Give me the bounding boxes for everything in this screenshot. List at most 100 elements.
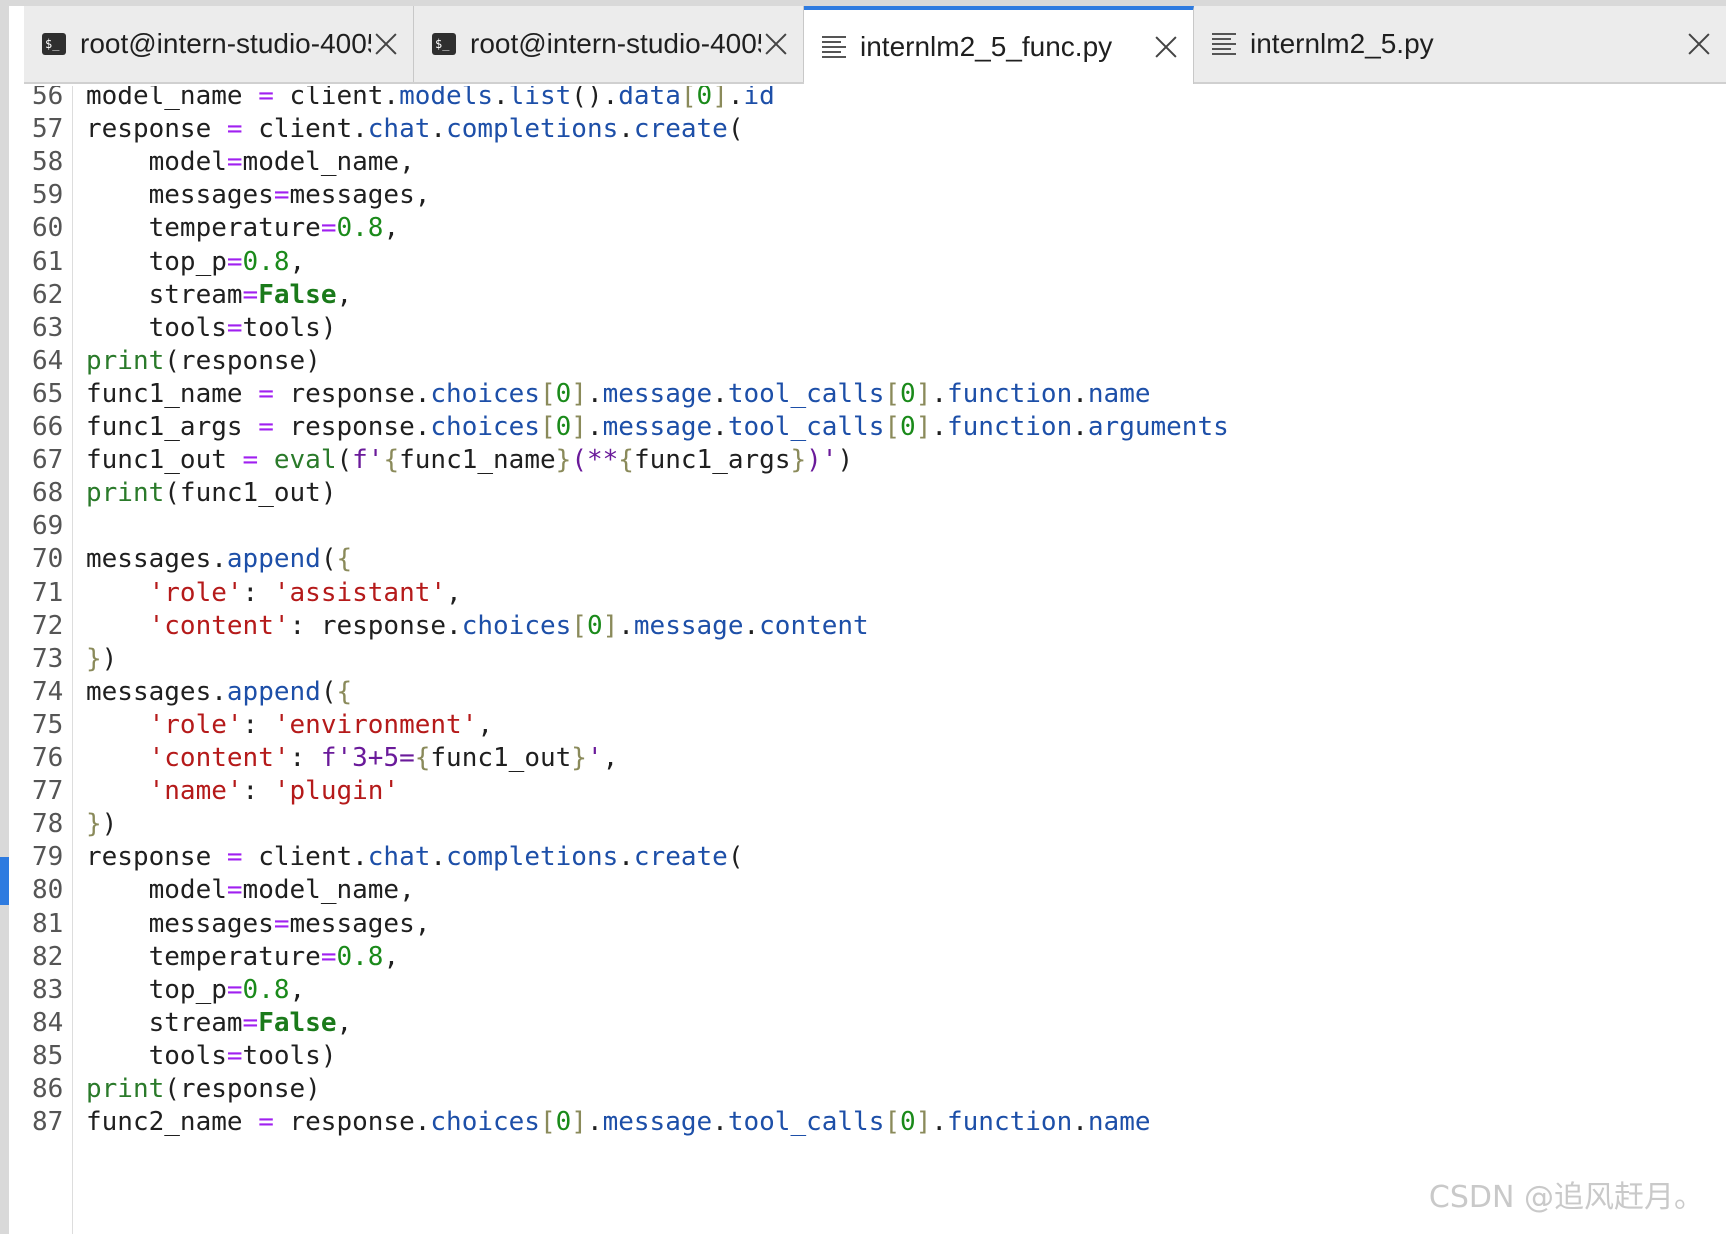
code-line[interactable]: 78}) (24, 808, 1726, 841)
line-number: 78 (32, 809, 64, 840)
code-line[interactable]: 86 print(response) (24, 1073, 1726, 1106)
code-token: tool_calls (727, 1107, 885, 1138)
code-token: = (258, 1107, 274, 1138)
code-text: 'name': 'plugin' (86, 775, 399, 808)
code-line[interactable]: 56 model_name = client.models.list().data… (24, 86, 1726, 113)
close-icon[interactable] (1151, 32, 1181, 62)
code-text: response = client.chat.completions.creat… (86, 841, 743, 874)
code-token: ( (727, 114, 744, 145)
code-text: stream=False, (86, 279, 353, 312)
tab-internlm2-5-func-py[interactable]: internlm2_5_func.py (804, 6, 1194, 84)
code-line[interactable]: 57 response = client.chat.completions.cre… (24, 113, 1726, 146)
line-number: 84 (32, 1007, 64, 1038)
code-token: } (86, 643, 102, 674)
code-line[interactable]: 74 messages.append({ (24, 676, 1726, 709)
code-token: choices (430, 1107, 540, 1138)
code-token: name (1087, 378, 1151, 409)
code-line[interactable]: 60 temperature=0.8, (24, 212, 1726, 245)
code-line[interactable]: 66 func1_args = response.choices[0].messa… (24, 411, 1726, 444)
code-line[interactable]: 68 print(func1_out) (24, 477, 1726, 510)
code-line[interactable]: 64 print(response) (24, 345, 1726, 378)
code-token: print (86, 345, 165, 376)
code-token: [ (539, 1107, 556, 1138)
code-token: message (602, 378, 713, 409)
code-text: }) (86, 643, 117, 676)
code-text: tools=tools) (86, 312, 337, 345)
line-number: 63 (32, 312, 64, 343)
code-line[interactable]: 84 stream=False, (24, 1007, 1726, 1040)
tab-terminal-1[interactable]: $_ root@intern-studio-40056 (24, 6, 414, 82)
code-text: temperature=0.8, (86, 941, 399, 974)
code-line[interactable]: 71 'role': 'assistant', (24, 577, 1726, 610)
code-line[interactable]: 69 (24, 510, 1726, 543)
code-line[interactable]: 59 messages=messages, (24, 179, 1726, 212)
code-token: tool_calls (727, 412, 885, 442)
code-token: : (242, 709, 274, 740)
code-line[interactable]: 62 stream=False, (24, 279, 1726, 312)
close-icon[interactable] (371, 29, 401, 59)
code-line[interactable]: 70 messages.append({ (24, 543, 1726, 576)
code-token: . (1072, 412, 1088, 442)
code-token: . (712, 412, 728, 442)
code-text: messages=messages, (86, 908, 431, 941)
code-token: top_p (86, 246, 227, 277)
code-token: { (383, 445, 400, 476)
code-line[interactable]: 77 'name': 'plugin' (24, 775, 1726, 808)
tab-internlm2-5-py[interactable]: internlm2_5.py (1194, 6, 1726, 82)
code-token: = (226, 114, 243, 145)
code-line[interactable]: 58 model=model_name, (24, 146, 1726, 179)
code-token: [ (571, 610, 587, 641)
line-number: 85 (32, 1040, 64, 1071)
code-line[interactable]: 76 'content': f'3+5={func1_out}', (24, 742, 1726, 775)
code-token: model_name (86, 86, 259, 111)
line-number: 65 (32, 378, 64, 409)
left-tool-strip (0, 0, 9, 1234)
code-line[interactable]: 81 messages=messages, (24, 908, 1726, 941)
code-token: temperature (86, 941, 321, 972)
code-token: = (226, 147, 243, 178)
code-text: }) (86, 808, 117, 841)
code-line[interactable]: 87 func2_name = response.choices[0].messa… (24, 1106, 1726, 1139)
tab-label: internlm2_5_func.py (860, 31, 1113, 62)
code-token: } (86, 809, 102, 840)
code-text: print(response) (86, 1073, 321, 1106)
code-line[interactable]: 73}) (24, 643, 1726, 676)
close-icon[interactable] (761, 29, 791, 59)
code-token: messages, (289, 180, 431, 211)
code-token: print (86, 478, 165, 509)
code-line[interactable]: 61 top_p=0.8, (24, 246, 1726, 279)
code-line[interactable]: 85 tools=tools) (24, 1040, 1726, 1073)
code-token: [ (884, 378, 901, 409)
code-token: client. (242, 842, 368, 873)
code-line[interactable]: 82 temperature=0.8, (24, 941, 1726, 974)
code-token: = (226, 312, 243, 343)
code-token: client. (273, 86, 400, 111)
code-token: tools (86, 312, 227, 343)
code-token: , (336, 1007, 353, 1038)
line-number: 66 (32, 412, 64, 442)
tab-terminal-2[interactable]: $_ root@intern-studio-40056 (414, 6, 804, 82)
code-token: . (743, 610, 760, 641)
code-line[interactable]: 72 'content': response.choices[0].messag… (24, 610, 1726, 643)
code-token: , (289, 974, 306, 1005)
code-editor[interactable]: 56 model_name = client.models.list().data… (24, 86, 1726, 1234)
code-token: f' (352, 445, 384, 476)
code-line[interactable]: 67 func1_out = eval(f'{func1_name}(**{fun… (24, 444, 1726, 477)
close-icon[interactable] (1684, 29, 1714, 59)
line-number: 80 (32, 875, 64, 906)
code-token: function (947, 412, 1073, 442)
code-token: ( (320, 676, 337, 707)
code-line[interactable]: 65 func1_name = response.choices[0].messa… (24, 378, 1726, 411)
code-text: model=model_name, (86, 874, 415, 907)
code-token: message (602, 412, 713, 442)
code-line[interactable]: 63 tools=tools) (24, 312, 1726, 345)
code-line[interactable]: 80 model=model_name, (24, 874, 1726, 907)
code-line[interactable]: 83 top_p=0.8, (24, 974, 1726, 1007)
code-token: { (336, 676, 353, 707)
code-line[interactable]: 75 'role': 'environment', (24, 709, 1726, 742)
code-token: [ (680, 86, 697, 111)
line-number: 68 (32, 478, 64, 509)
code-line[interactable]: 79 response = client.chat.completions.cre… (24, 841, 1726, 874)
